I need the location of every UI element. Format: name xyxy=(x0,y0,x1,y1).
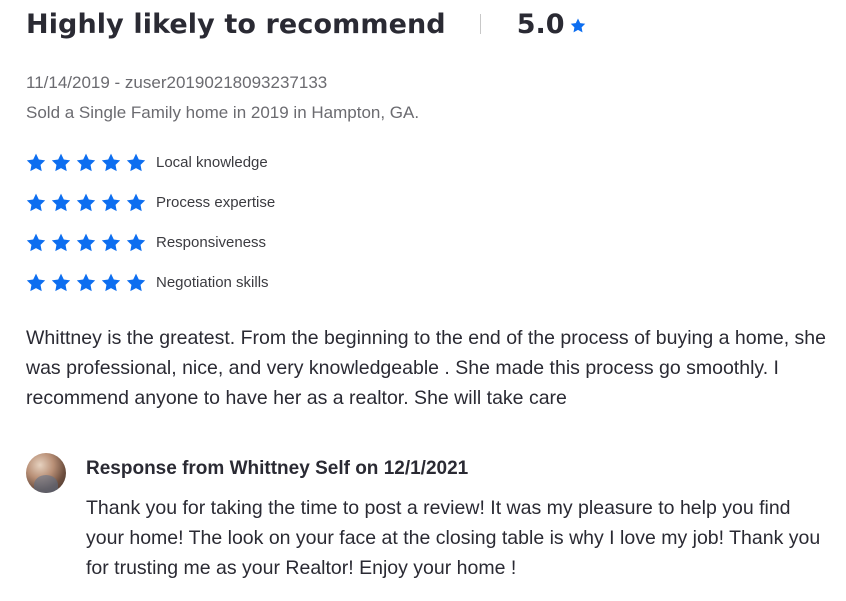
review-body: Whittney is the greatest. From the begin… xyxy=(26,327,826,409)
rating-row-responsiveness: Responsiveness xyxy=(26,222,836,262)
star-filled-icon xyxy=(126,273,146,291)
star-filled-icon xyxy=(51,193,71,211)
agent-response: Response from Whittney Self on 12/1/2021… xyxy=(26,450,836,583)
star-filled-icon xyxy=(76,273,96,291)
review-title: Highly likely to recommend xyxy=(26,8,446,40)
star-filled-icon xyxy=(26,193,46,211)
header-divider xyxy=(479,14,481,34)
rating-label: Responsiveness xyxy=(156,233,267,251)
star-filled-icon xyxy=(101,233,121,251)
rating-row-process-expertise: Process expertise xyxy=(26,182,836,222)
star-filled-icon xyxy=(26,233,46,251)
overall-score: 5.0 xyxy=(516,8,565,40)
star-filled-icon xyxy=(76,233,96,251)
star-filled-icon xyxy=(101,273,121,291)
rating-row-local-knowledge: Local knowledge xyxy=(26,142,836,182)
review-card: Highly likely to recommend 5.0 11/14/201… xyxy=(26,0,836,413)
star-rating xyxy=(26,273,156,292)
star-filled-icon xyxy=(126,193,146,211)
star-filled-icon xyxy=(51,233,71,251)
star-filled-icon xyxy=(126,233,146,251)
star-filled-icon xyxy=(51,273,71,291)
response-title: Response from Whittney Self on 12/1/2021 xyxy=(86,458,469,479)
star-rating xyxy=(26,153,156,172)
rating-label: Process expertise xyxy=(156,193,276,211)
star-filled-icon xyxy=(76,153,96,171)
star-icon xyxy=(570,18,586,38)
star-filled-icon xyxy=(76,193,96,211)
star-filled-icon xyxy=(26,153,46,171)
star-filled-icon xyxy=(51,153,71,171)
review-date-user: 11/14/2019 - zuser20190218093237133 xyxy=(26,73,328,92)
category-ratings: Local knowledge Process expertise Respon… xyxy=(26,142,836,302)
star-rating xyxy=(26,233,156,252)
star-rating xyxy=(26,193,156,212)
star-filled-icon xyxy=(26,273,46,291)
star-filled-icon xyxy=(101,153,121,171)
rating-label: Negotiation skills xyxy=(156,273,269,291)
review-header: Highly likely to recommend 5.0 xyxy=(26,0,836,48)
rating-row-negotiation-skills: Negotiation skills xyxy=(26,262,836,302)
response-content: Response from Whittney Self on 12/1/2021… xyxy=(86,450,826,583)
review-meta: 11/14/2019 - zuser20190218093237133 Sold… xyxy=(26,68,836,128)
avatar xyxy=(26,453,66,493)
star-filled-icon xyxy=(126,153,146,171)
star-filled-icon xyxy=(101,193,121,211)
rating-label: Local knowledge xyxy=(156,153,268,171)
response-body: Thank you for taking the time to post a … xyxy=(86,497,821,579)
review-transaction: Sold a Single Family home in 2019 in Ham… xyxy=(26,103,420,122)
